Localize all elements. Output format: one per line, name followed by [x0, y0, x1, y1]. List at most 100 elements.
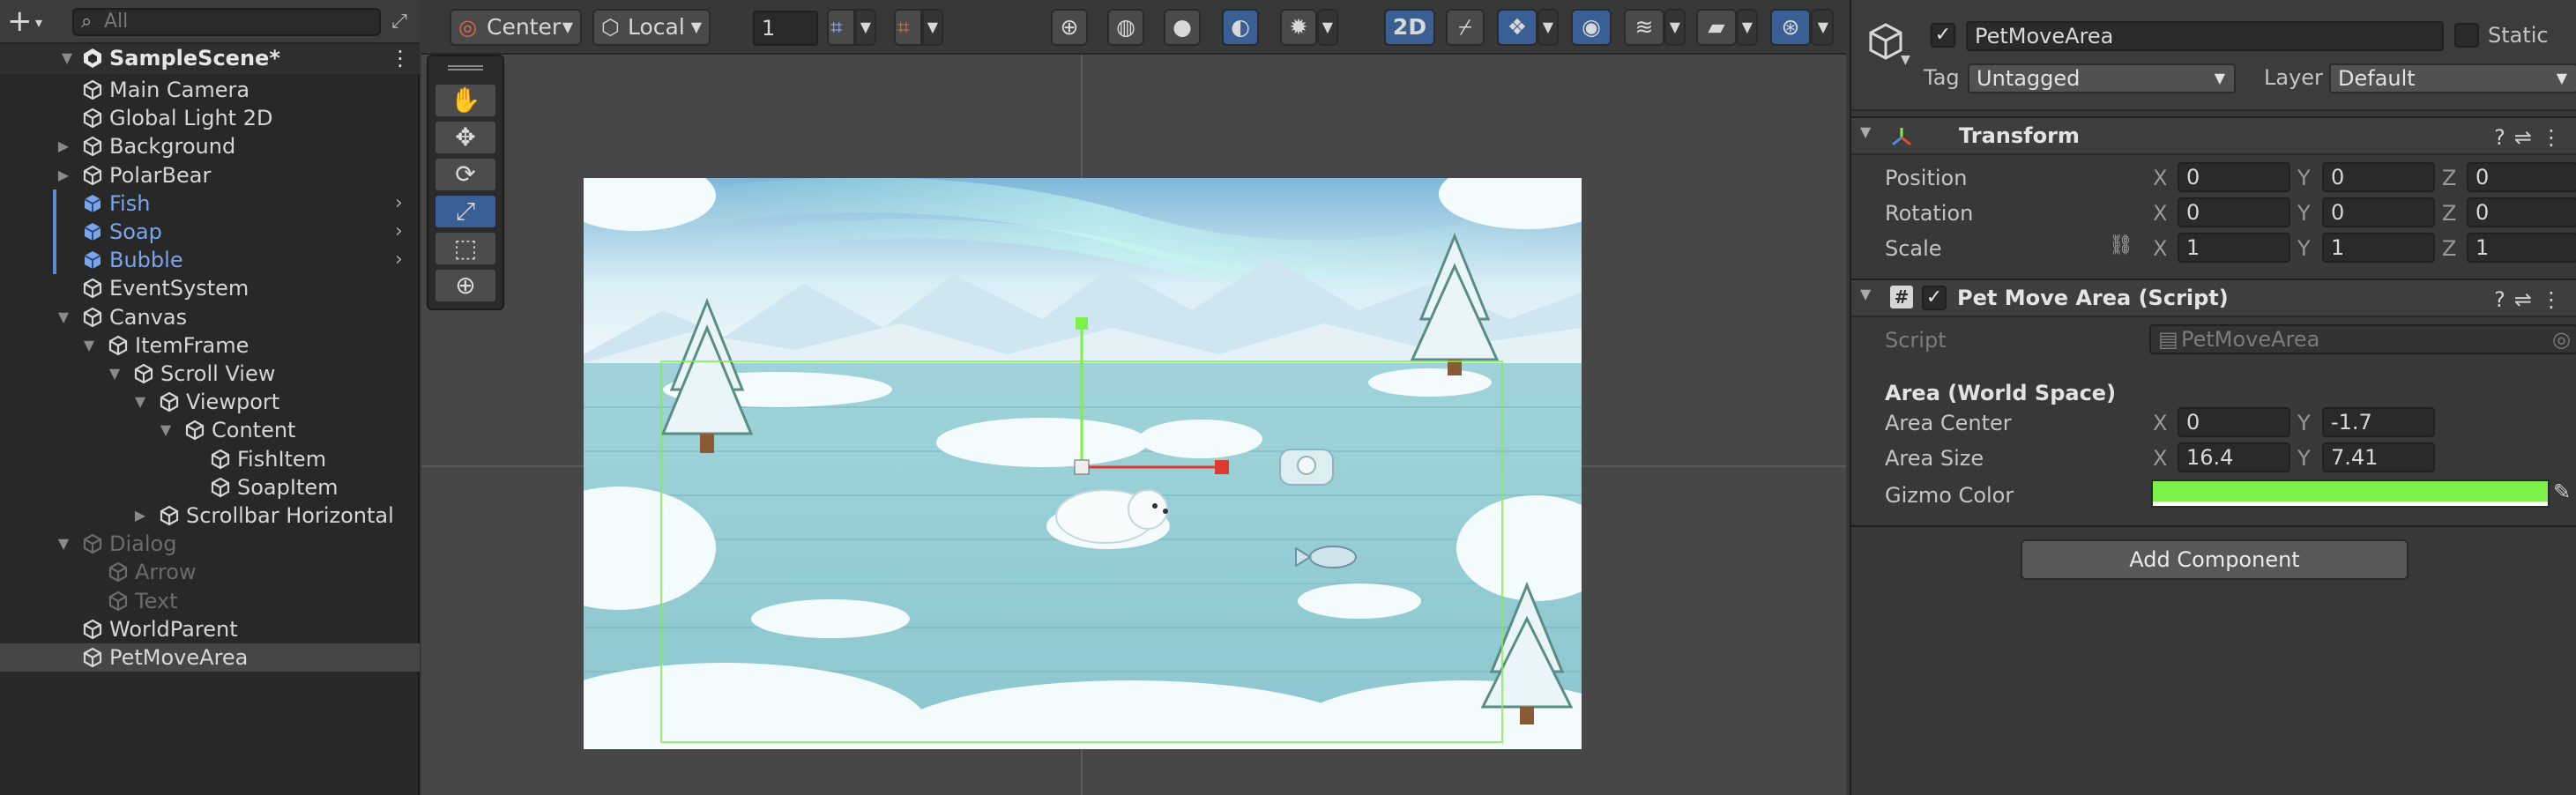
area-center-x-field[interactable]: 0 — [2178, 407, 2290, 437]
foldout-arrow-icon[interactable]: ▼ — [157, 416, 175, 444]
open-prefab-chevron-icon[interactable]: › — [395, 189, 403, 218]
hierarchy-item-dialog[interactable]: ▼ Dialog — [0, 530, 420, 558]
foldout-arrow-icon[interactable]: ▼ — [1860, 123, 1871, 140]
scene-menu-icon[interactable]: ⋮ — [390, 44, 411, 72]
component-enabled-checkbox[interactable]: ✓ — [1922, 286, 1947, 310]
script-component-header[interactable]: ▼ # ✓ Pet Move Area (Script) ?⇌⋮ — [1851, 279, 2576, 317]
open-prefab-chevron-icon[interactable]: › — [395, 218, 403, 246]
scale-z-field[interactable]: 1 — [2467, 233, 2576, 263]
render-layers-menu[interactable]: ▼ — [1664, 9, 1686, 46]
transform-tool-button[interactable]: ⊕ — [436, 270, 495, 301]
hierarchy-item-arrow[interactable]: Arrow — [0, 558, 420, 586]
foldout-arrow-icon[interactable]: ▼ — [80, 331, 98, 360]
gizmos-menu[interactable]: ▼ — [1811, 9, 1834, 46]
rotation-z-field[interactable]: 0 — [2467, 197, 2576, 227]
hand-tool-button[interactable]: ✋ — [436, 85, 495, 116]
area-size-y-field[interactable]: 7.41 — [2322, 442, 2435, 472]
shaded-button[interactable]: ● — [1164, 9, 1201, 46]
rotate-tool-button[interactable]: ⟳ — [436, 159, 495, 190]
position-x-field[interactable]: 0 — [2178, 162, 2290, 192]
debug-draw-button[interactable]: ✹ — [1280, 9, 1317, 46]
camera-settings-button[interactable]: ▰ — [1696, 9, 1737, 46]
object-name-field[interactable]: PetMoveArea — [1966, 21, 2444, 51]
scale-y-field[interactable]: 1 — [2322, 233, 2435, 263]
hierarchy-item-fish[interactable]: Fish › — [0, 189, 420, 218]
space-dropdown[interactable]: ⬡ Local ▼ — [592, 9, 711, 46]
hierarchy-search-input[interactable]: ⌕ All — [72, 8, 381, 36]
rotation-x-field[interactable]: 0 — [2178, 197, 2290, 227]
move-tool-button[interactable]: ✥ — [436, 122, 495, 153]
hierarchy-item-viewport[interactable]: ▼ Viewport — [0, 388, 420, 416]
area-size-x-field[interactable]: 16.4 — [2178, 442, 2290, 472]
chevron-down-icon[interactable]: ▼ — [1901, 53, 1910, 67]
increment-snap-menu[interactable]: ▼ — [922, 9, 943, 46]
foldout-arrow-icon[interactable]: ▼ — [55, 303, 72, 331]
transform-header[interactable]: ▼ Transform ?⇌⋮ — [1851, 116, 2576, 155]
hierarchy-item-main-camera[interactable]: Main Camera — [0, 76, 420, 104]
hierarchy-item-soap[interactable]: Soap › — [0, 218, 420, 246]
scene-visibility-button[interactable]: ◉ — [1571, 9, 1612, 46]
active-checkbox[interactable]: ✓ — [1931, 23, 1955, 48]
hierarchy-item-eventsystem[interactable]: EventSystem — [0, 274, 420, 302]
grip-handle-icon[interactable] — [448, 65, 483, 71]
scene-effects-button[interactable]: ❖ — [1497, 9, 1537, 46]
wireframe-button[interactable]: ◍ — [1107, 9, 1144, 46]
object-picker-icon[interactable]: ◎ — [2552, 326, 2571, 353]
search-by-type-icon[interactable]: ⤢ — [386, 9, 413, 35]
grid-snap-button[interactable]: ⌗ — [827, 9, 855, 46]
lighting-toggle-button[interactable]: ⌿ — [1446, 9, 1485, 46]
hierarchy-item-text[interactable]: Text — [0, 587, 420, 615]
hierarchy-item-worldparent[interactable]: WorldParent — [0, 615, 420, 643]
hierarchy-item-fishitem[interactable]: FishItem — [0, 445, 420, 473]
hierarchy-item-polarbear[interactable]: ▶ PolarBear — [0, 161, 420, 189]
gizmos-button[interactable]: ⊛ — [1770, 9, 1811, 46]
tag-dropdown[interactable]: Untagged ▼ — [1968, 63, 2236, 93]
increment-snap-button[interactable]: ⌗ — [894, 9, 922, 46]
static-checkbox[interactable] — [2454, 23, 2479, 48]
create-button[interactable]: + ▾ — [7, 5, 56, 39]
component-header-icons[interactable]: ?⇌⋮ — [2494, 125, 2571, 150]
hierarchy-item-soapitem[interactable]: SoapItem — [0, 473, 420, 502]
expand-arrow-icon[interactable]: ▼ — [58, 44, 76, 72]
toggle-2d-button[interactable]: 2D — [1384, 9, 1435, 46]
hierarchy-item-petmovearea[interactable]: PetMoveArea — [0, 643, 420, 672]
foldout-arrow-icon[interactable]: ▶ — [55, 132, 72, 160]
scene-root-row[interactable]: ▼ SampleScene* ⋮ — [0, 44, 420, 74]
position-z-field[interactable]: 0 — [2467, 162, 2576, 192]
position-y-field[interactable]: 0 — [2322, 162, 2435, 192]
grid-size-field[interactable]: 1 — [753, 11, 818, 46]
gizmo-color-field[interactable] — [2151, 479, 2550, 508]
eyedropper-icon[interactable]: ✎ — [2553, 479, 2571, 504]
hierarchy-item-content[interactable]: ▼ Content — [0, 416, 420, 444]
layer-dropdown[interactable]: Default ▼ — [2329, 63, 2576, 93]
rect-tool-button[interactable]: ⬚ — [436, 233, 495, 264]
foldout-arrow-icon[interactable]: ▶ — [55, 161, 72, 189]
foldout-arrow-icon[interactable]: ▼ — [131, 388, 149, 416]
foldout-arrow-icon[interactable]: ▶ — [131, 502, 149, 530]
rotation-y-field[interactable]: 0 — [2322, 197, 2435, 227]
component-header-icons[interactable]: ?⇌⋮ — [2494, 287, 2571, 312]
pivot-dropdown[interactable]: ◎ Center ▼ — [450, 9, 582, 46]
scale-x-field[interactable]: 1 — [2178, 233, 2290, 263]
shaded-wireframe-button[interactable]: ◐ — [1222, 9, 1259, 46]
foldout-arrow-icon[interactable]: ▼ — [106, 360, 123, 388]
constrain-proportions-icon[interactable]: ⛓ — [2109, 234, 2133, 256]
hierarchy-item-global-light-2d[interactable]: Global Light 2D — [0, 104, 420, 132]
foldout-arrow-icon[interactable]: ▼ — [55, 530, 72, 558]
hierarchy-item-scrollbar-horizontal[interactable]: ▶ Scrollbar Horizontal — [0, 502, 420, 530]
area-center-y-field[interactable]: -1.7 — [2322, 407, 2435, 437]
hierarchy-item-scroll-view[interactable]: ▼ Scroll View — [0, 360, 420, 388]
debug-draw-menu[interactable]: ▼ — [1317, 9, 1338, 46]
global-view-button[interactable]: ⊕ — [1051, 9, 1088, 46]
hierarchy-item-canvas[interactable]: ▼ Canvas — [0, 303, 420, 331]
hierarchy-item-itemframe[interactable]: ▼ ItemFrame — [0, 331, 420, 360]
scene-effects-menu[interactable]: ▼ — [1537, 9, 1559, 46]
scene-view[interactable]: ◎ Center ▼ ⬡ Local ▼ 1 ⌗ ▼ ⌗ ▼ ⊕ ◍ ● ◐ ✹ ▼ 2… — [421, 0, 1846, 795]
add-component-button[interactable]: Add Component — [2021, 539, 2408, 580]
camera-settings-menu[interactable]: ▼ — [1737, 9, 1758, 46]
hierarchy-item-background[interactable]: ▶ Background — [0, 132, 420, 160]
open-prefab-chevron-icon[interactable]: › — [395, 246, 403, 274]
foldout-arrow-icon[interactable]: ▼ — [1860, 286, 1871, 302]
hierarchy-item-bubble[interactable]: Bubble › — [0, 246, 420, 275]
scale-tool-button[interactable]: ⤢ — [436, 196, 495, 227]
